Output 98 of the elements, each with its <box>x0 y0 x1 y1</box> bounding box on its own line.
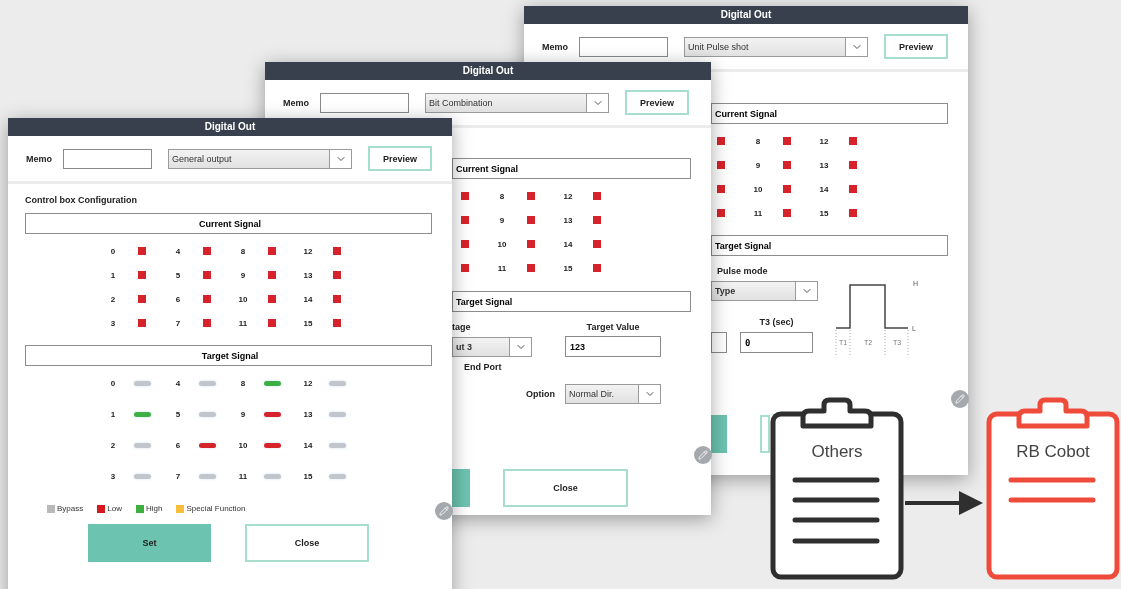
dropdown[interactable]: Type <box>711 281 818 301</box>
port-number: 14 <box>818 184 830 194</box>
port-number: 4 <box>174 246 182 256</box>
port-number: 5 <box>174 410 182 419</box>
port-number: 2 <box>109 294 117 304</box>
port-number: 15 <box>562 263 574 273</box>
section-title: Control box Configuration <box>25 195 138 205</box>
port-number: 15 <box>818 208 830 218</box>
section-header: Target Signal <box>711 235 948 256</box>
port-number: 4 <box>174 379 182 388</box>
port-number: 10 <box>752 184 764 194</box>
port-number: 10 <box>237 441 249 450</box>
dropdown[interactable]: Bit Combination <box>425 92 609 113</box>
arrow-icon <box>905 489 983 517</box>
port-number: 2 <box>109 441 117 450</box>
window-title: Digital Out <box>8 118 452 136</box>
edit-icon[interactable] <box>435 502 453 520</box>
port-number: 14 <box>302 294 314 304</box>
section-header: Current Signal <box>25 213 432 234</box>
secondary-button[interactable]: Close <box>245 524 369 562</box>
port-number: 9 <box>239 410 247 419</box>
port-number: 10 <box>237 294 249 304</box>
port-number: 8 <box>498 191 506 201</box>
legend-label: Low <box>107 504 122 513</box>
legend-label: Bypass <box>57 504 84 513</box>
legend-label: Special Function <box>186 504 246 513</box>
port-number: 9 <box>754 160 762 170</box>
port-number: 1 <box>109 410 117 419</box>
clipboard-label: Others <box>811 441 863 463</box>
port-number: 15 <box>302 472 314 481</box>
field-label: End Port <box>463 362 502 372</box>
port-number: 8 <box>239 379 247 388</box>
port-number: 13 <box>302 270 314 280</box>
field-label: Target Value <box>585 322 641 332</box>
port-number: 8 <box>754 136 762 146</box>
port-number: 0 <box>109 246 117 256</box>
field-label: Memo <box>26 153 52 164</box>
port-number: 12 <box>818 136 830 146</box>
partial-button[interactable] <box>760 415 770 453</box>
dropdown[interactable]: ut 3 <box>452 336 532 357</box>
edit-icon[interactable] <box>694 446 712 464</box>
port-number: 9 <box>239 270 247 280</box>
port-number: 14 <box>302 441 314 450</box>
window-title: Digital Out <box>524 6 968 24</box>
port-number: 14 <box>562 239 574 249</box>
port-number: 13 <box>818 160 830 170</box>
port-number: 12 <box>562 191 574 201</box>
section-header: Current Signal <box>452 158 691 179</box>
dropdown[interactable]: General output <box>168 148 352 169</box>
port-number: 15 <box>302 318 314 328</box>
port-number: 9 <box>498 215 506 225</box>
memo-field[interactable] <box>320 92 409 113</box>
field-label: Memo <box>283 97 309 108</box>
partial-button[interactable] <box>452 469 470 507</box>
dropdown[interactable]: Unit Pulse shot <box>684 36 868 57</box>
section-header: Current Signal <box>711 103 948 124</box>
port-number: 10 <box>496 239 508 249</box>
preview-button[interactable]: Preview <box>884 34 948 59</box>
section-header: Target Signal <box>452 291 691 312</box>
memo-field[interactable] <box>63 148 152 169</box>
dropdown[interactable]: Normal Dir. <box>565 384 661 404</box>
edit-icon[interactable] <box>951 390 969 408</box>
port-number: 12 <box>302 246 314 256</box>
port-number: 7 <box>174 318 182 328</box>
secondary-button[interactable]: Close <box>503 469 628 507</box>
preview-button[interactable]: Preview <box>368 146 432 171</box>
port-number: 13 <box>302 410 314 419</box>
primary-button[interactable]: Set <box>88 524 211 562</box>
field-label: Pulse mode <box>716 266 768 276</box>
port-number: 11 <box>237 472 249 481</box>
partial-button[interactable] <box>711 415 727 453</box>
field-label: Memo <box>542 41 568 52</box>
section-header: Target Signal <box>25 345 432 366</box>
input-field[interactable]: 123 <box>565 336 661 357</box>
input-field[interactable] <box>711 332 727 353</box>
port-number: 11 <box>496 263 508 273</box>
port-number: 6 <box>174 441 182 450</box>
legend-label: High <box>145 504 163 513</box>
port-number: 3 <box>109 472 117 481</box>
port-number: 0 <box>109 379 117 388</box>
port-number: 11 <box>752 208 764 218</box>
port-number: 6 <box>174 294 182 304</box>
port-number: 13 <box>562 215 574 225</box>
memo-field[interactable] <box>579 36 668 57</box>
input-field[interactable]: 0 <box>740 332 813 353</box>
preview-button[interactable]: Preview <box>625 90 689 115</box>
window-title: Digital Out <box>265 62 711 80</box>
clipboard-label: RB Cobot <box>1016 441 1090 463</box>
port-number: 8 <box>239 246 247 256</box>
port-number: 11 <box>237 318 249 328</box>
field-label: Option <box>525 389 556 399</box>
port-number: 3 <box>109 318 117 328</box>
port-number: 7 <box>174 472 182 481</box>
port-number: 1 <box>109 270 117 280</box>
field-label: tage <box>452 322 472 332</box>
field-label: T3 (sec) <box>758 317 795 327</box>
port-number: 5 <box>174 270 182 280</box>
port-number: 12 <box>302 379 314 388</box>
